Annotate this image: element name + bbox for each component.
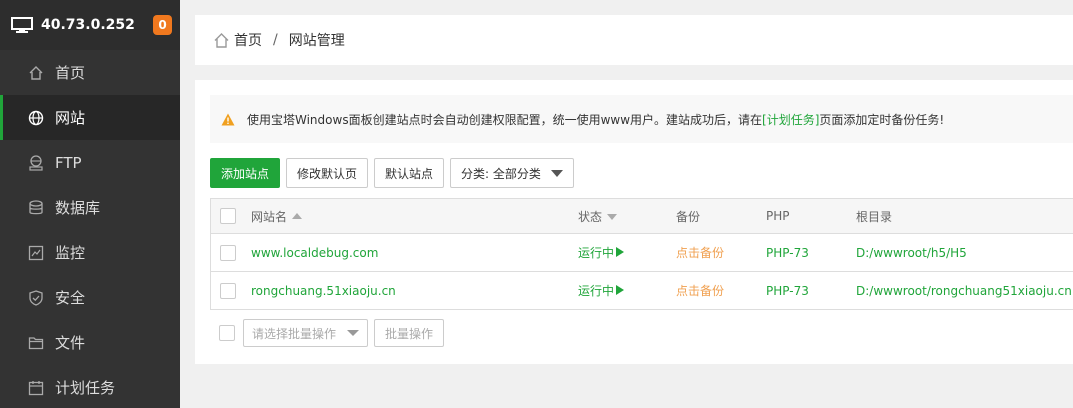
sidebar-item-label: 网站 bbox=[55, 109, 86, 127]
breadcrumb-separator: / bbox=[273, 32, 278, 48]
site-status-toggle[interactable]: 运行中 bbox=[578, 244, 625, 261]
sidebar-item-label: 首页 bbox=[55, 64, 86, 82]
sidebar-item-label: 安全 bbox=[55, 289, 86, 307]
batch-select-placeholder: 请选择批量操作 bbox=[252, 326, 337, 341]
notice-text-end: 页面添加定时备份任务! bbox=[819, 112, 945, 127]
php-version-link[interactable]: PHP-73 bbox=[766, 284, 809, 298]
play-icon bbox=[616, 247, 625, 257]
backup-link[interactable]: 点击备份 bbox=[676, 244, 724, 261]
sidebar-item-label: 监控 bbox=[55, 244, 86, 262]
batch-operation-select[interactable]: 请选择批量操作 bbox=[243, 319, 368, 347]
site-name-link[interactable]: www.localdebug.com bbox=[251, 246, 378, 260]
sidebar-item-label: 数据库 bbox=[55, 199, 101, 217]
add-site-button[interactable]: 添加站点 bbox=[210, 158, 281, 188]
sidebar-item-database[interactable]: 数据库 bbox=[0, 185, 180, 230]
notice-bar: 使用宝塔Windows面板创建站点时会自动创建权限配置，统一使用www用户。建站… bbox=[210, 95, 1073, 143]
sidebar-item-website[interactable]: 网站 bbox=[0, 95, 180, 140]
site-name-link[interactable]: rongchuang.51xiaoju.cn bbox=[251, 284, 396, 298]
site-table: 网站名 状态 备份 PHP 根目录 www.localdebug.com 运行中… bbox=[210, 198, 1073, 310]
root-dir-link[interactable]: D:/wwwroot/h5/H5 bbox=[856, 246, 967, 260]
server-header: 40.73.0.252 0 bbox=[0, 0, 180, 50]
backup-link[interactable]: 点击备份 bbox=[676, 282, 724, 299]
batch-actions: 请选择批量操作 批量操作 bbox=[210, 319, 445, 347]
sidebar-item-monitor[interactable]: 监控 bbox=[0, 230, 180, 275]
table-row: www.localdebug.com 运行中 点击备份 PHP-73 D:/ww… bbox=[210, 234, 1073, 272]
root-dir-link[interactable]: D:/wwwroot/rongchuang51xiaoju.cn bbox=[856, 284, 1072, 298]
server-monitor-icon bbox=[11, 17, 33, 33]
sidebar-item-security[interactable]: 安全 bbox=[0, 275, 180, 320]
batch-operation-button[interactable]: 批量操作 bbox=[374, 319, 445, 347]
sidebar: 40.73.0.252 0 首页 网站 FTP 数据库 监控 安全 文件 计划任… bbox=[0, 0, 180, 408]
column-header-name[interactable]: 网站名 bbox=[251, 208, 303, 225]
server-ip: 40.73.0.252 bbox=[41, 17, 135, 33]
ftp-icon bbox=[28, 154, 44, 171]
breadcrumb-home[interactable]: 首页 bbox=[234, 30, 262, 50]
home-icon[interactable] bbox=[213, 32, 230, 49]
globe-icon bbox=[28, 110, 44, 126]
sort-desc-icon bbox=[607, 213, 618, 220]
select-all-checkbox[interactable] bbox=[220, 208, 236, 224]
column-header-root: 根目录 bbox=[856, 209, 893, 224]
warning-icon bbox=[221, 113, 235, 125]
table-header: 网站名 状态 备份 PHP 根目录 bbox=[210, 199, 1073, 234]
database-icon bbox=[28, 199, 44, 216]
toolbar: 添加站点 修改默认页 默认站点 分类: 全部分类 bbox=[210, 158, 574, 188]
column-header-status[interactable]: 状态 bbox=[578, 208, 618, 225]
chevron-down-icon bbox=[347, 330, 359, 336]
batch-select-checkbox[interactable] bbox=[219, 325, 235, 341]
sidebar-item-cron[interactable]: 计划任务 bbox=[0, 365, 180, 408]
default-site-button[interactable]: 默认站点 bbox=[374, 158, 445, 188]
sidebar-item-home[interactable]: 首页 bbox=[0, 50, 180, 95]
breadcrumb: 首页 / 网站管理 bbox=[195, 15, 1073, 65]
monitor-chart-icon bbox=[28, 245, 44, 261]
notification-badge[interactable]: 0 bbox=[153, 15, 172, 35]
modify-default-page-button[interactable]: 修改默认页 bbox=[286, 158, 369, 188]
breadcrumb-current: 网站管理 bbox=[288, 33, 345, 49]
category-select[interactable]: 分类: 全部分类 bbox=[450, 158, 574, 188]
play-icon bbox=[616, 285, 625, 295]
table-row: rongchuang.51xiaoju.cn 运行中 点击备份 PHP-73 D… bbox=[210, 272, 1073, 310]
php-version-link[interactable]: PHP-73 bbox=[766, 246, 809, 260]
calendar-icon bbox=[28, 380, 44, 396]
category-select-value: 分类: 全部分类 bbox=[461, 166, 541, 181]
sidebar-item-label: FTP bbox=[55, 153, 82, 172]
sidebar-item-label: 文件 bbox=[55, 334, 86, 352]
row-checkbox[interactable] bbox=[220, 244, 236, 261]
site-status-toggle[interactable]: 运行中 bbox=[578, 282, 625, 299]
home-icon bbox=[28, 65, 44, 81]
shield-icon bbox=[28, 289, 44, 306]
sidebar-item-files[interactable]: 文件 bbox=[0, 320, 180, 365]
column-header-php: PHP bbox=[766, 209, 790, 223]
sort-asc-icon bbox=[292, 212, 303, 219]
sidebar-item-ftp[interactable]: FTP bbox=[0, 140, 180, 185]
column-header-backup: 备份 bbox=[676, 209, 701, 224]
sidebar-item-label: 计划任务 bbox=[55, 379, 116, 397]
folder-icon bbox=[28, 335, 44, 351]
notice-text: 使用宝塔Windows面板创建站点时会自动创建权限配置，统一使用www用户。建站… bbox=[247, 112, 763, 127]
row-checkbox[interactable] bbox=[220, 282, 236, 299]
cron-task-link[interactable]: [计划任务] bbox=[762, 111, 819, 128]
site-management-panel: 使用宝塔Windows面板创建站点时会自动创建权限配置，统一使用www用户。建站… bbox=[195, 80, 1073, 364]
chevron-down-icon bbox=[550, 169, 563, 177]
